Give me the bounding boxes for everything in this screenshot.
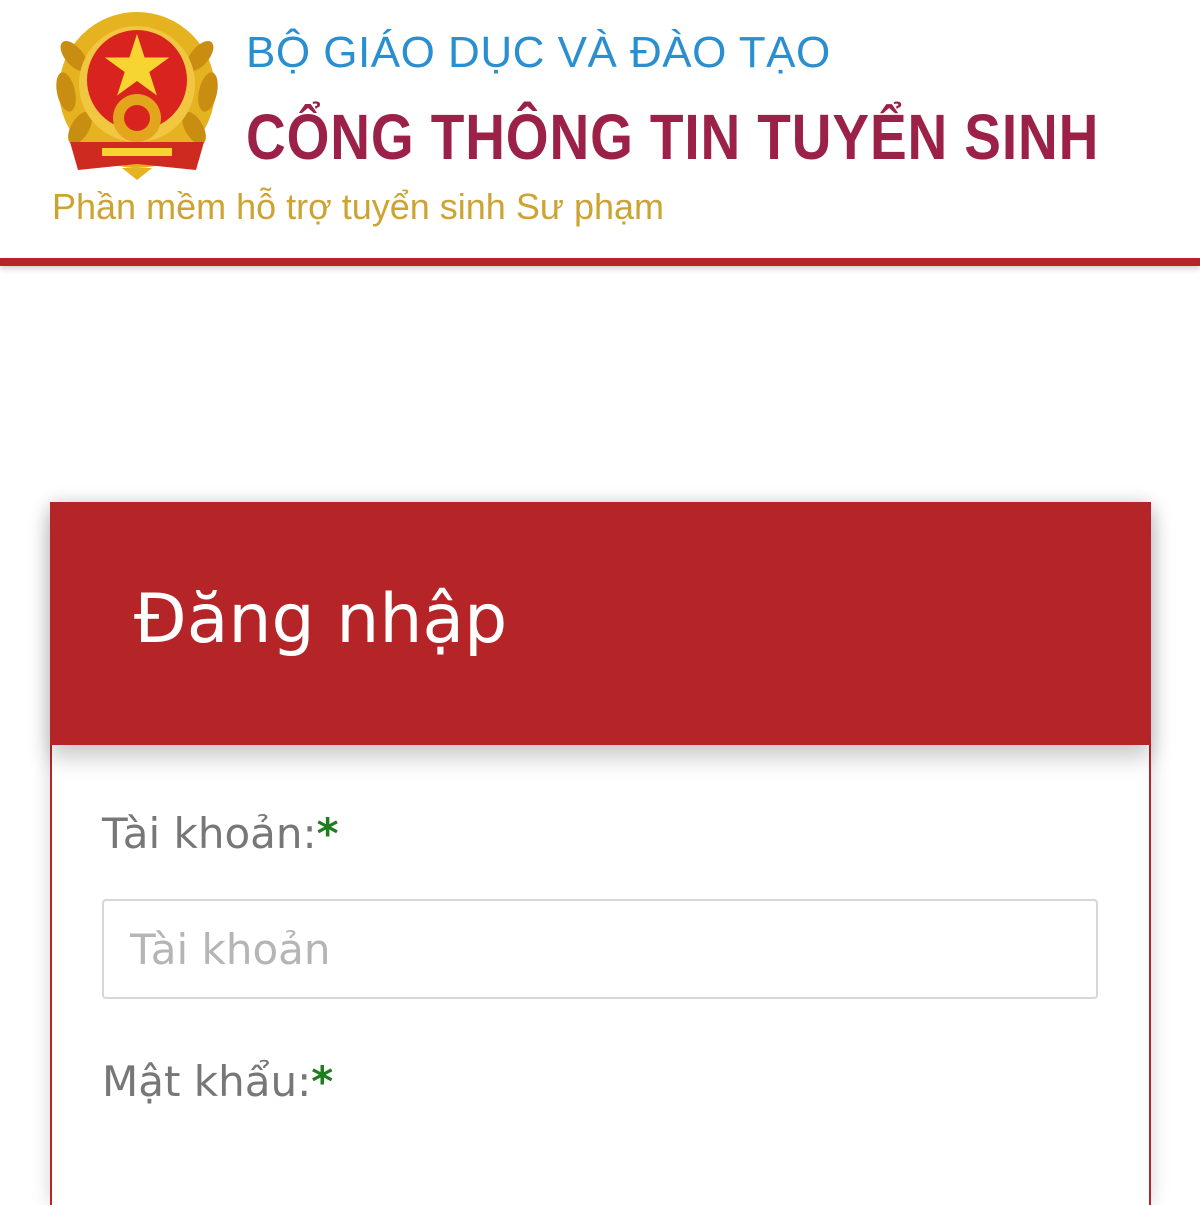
- portal-subtitle: Phần mềm hỗ trợ tuyển sinh Sư phạm: [52, 186, 664, 227]
- ministry-name: BỘ GIÁO DỤC VÀ ĐÀO TẠO: [246, 28, 831, 77]
- login-card: Đăng nhập Tài khoản:* Mật khẩu:*: [50, 502, 1151, 1205]
- required-marker: *: [311, 1057, 334, 1106]
- national-emblem-icon: [56, 12, 218, 180]
- portal-title: CỔNG THÔNG TIN TUYỂN SINH: [246, 101, 1100, 173]
- username-label: Tài khoản:*: [102, 809, 339, 858]
- required-marker: *: [316, 809, 339, 858]
- login-title: Đăng nhập: [134, 580, 508, 659]
- header-divider: [0, 258, 1200, 266]
- username-input[interactable]: [102, 899, 1098, 999]
- login-form: Tài khoản:* Mật khẩu:*: [50, 745, 1151, 1205]
- login-header: Đăng nhập: [50, 502, 1151, 745]
- password-label: Mật khẩu:*: [102, 1057, 334, 1106]
- site-header: BỘ GIÁO DỤC VÀ ĐÀO TẠO CỔNG THÔNG TIN TU…: [0, 0, 1200, 258]
